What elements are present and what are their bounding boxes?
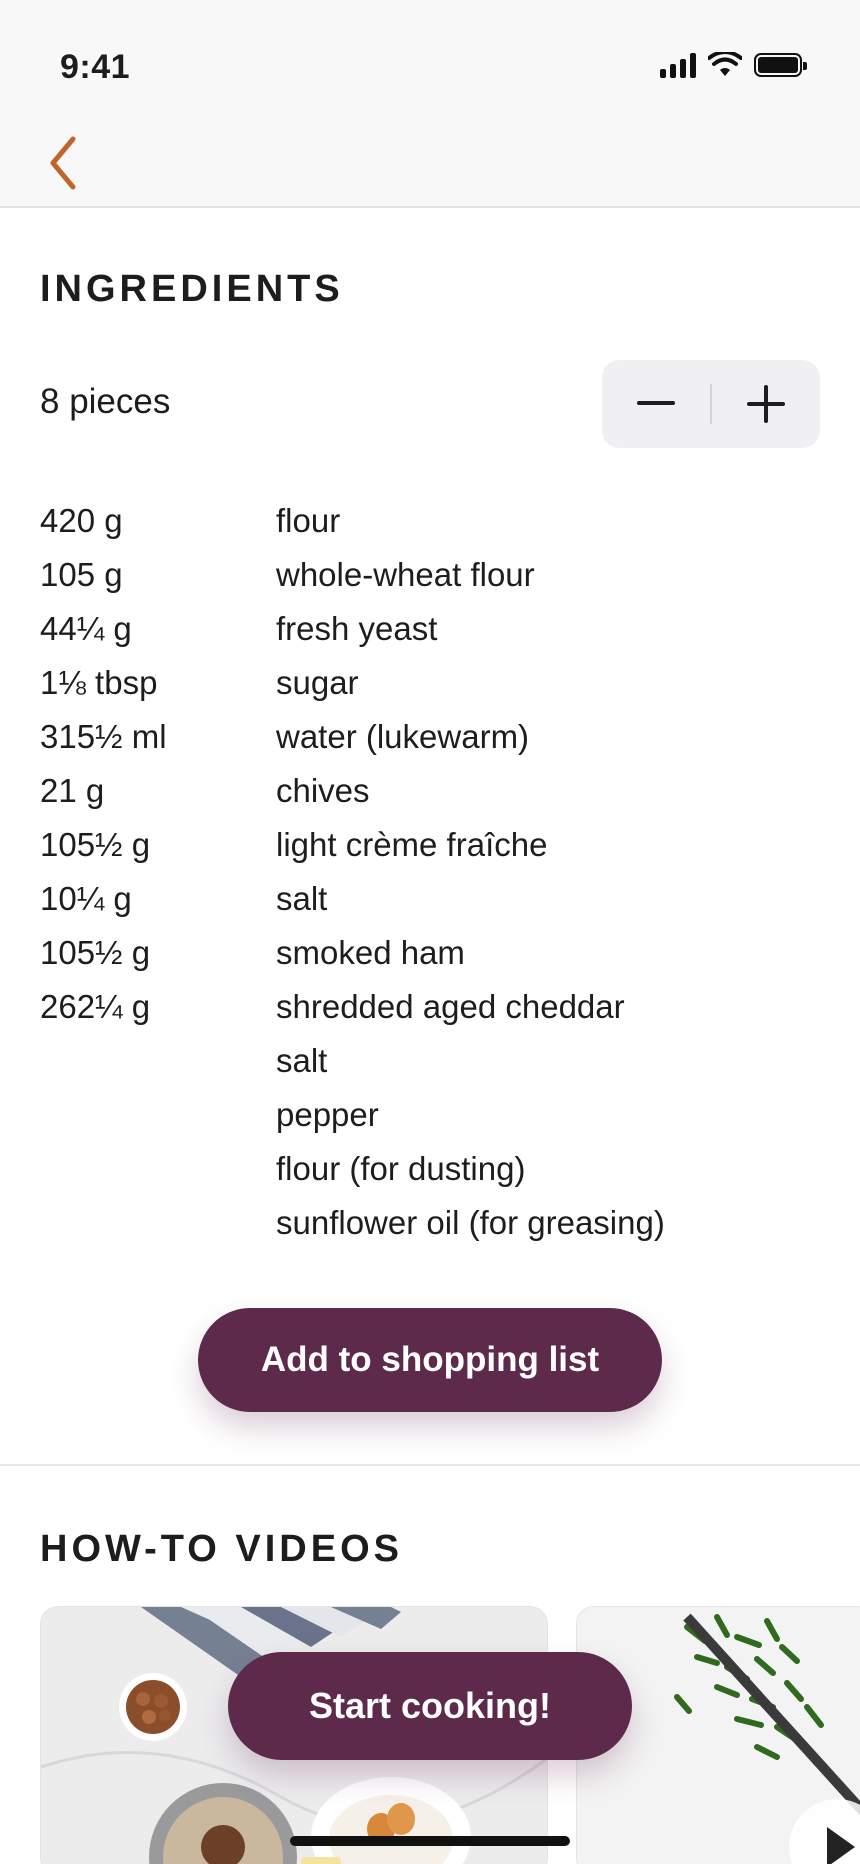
home-indicator[interactable]	[290, 1836, 570, 1846]
ingredient-row: 21 g chives	[40, 764, 820, 818]
ingredient-quantity: 21 g	[40, 772, 105, 809]
ingredient-row: 105 g whole-wheat flour	[40, 548, 820, 602]
chevron-left-icon	[50, 136, 76, 190]
ingredient-name: smoked ham	[276, 934, 465, 971]
ingredient-row: sunflower oil (for greasing)	[40, 1196, 820, 1250]
how-to-videos-title: HOW-TO VIDEOS	[40, 1528, 403, 1570]
ingredient-quantity: 262¼ g	[40, 988, 151, 1025]
ingredient-name: pepper	[276, 1096, 379, 1133]
ingredient-row: 1⅛ tbsp sugar	[40, 656, 820, 710]
ingredient-name: water (lukewarm)	[276, 718, 530, 755]
increase-servings-button[interactable]	[712, 360, 820, 448]
decrease-servings-button[interactable]	[602, 360, 710, 448]
status-bar: 9:41	[0, 0, 860, 120]
ingredient-name: sugar	[276, 664, 359, 701]
ingredient-quantity: 105½ g	[40, 826, 151, 863]
ingredient-name: flour (for dusting)	[276, 1150, 526, 1187]
ingredient-quantity: 44¼ g	[40, 610, 132, 647]
ingredient-row: 315½ ml water (lukewarm)	[40, 710, 820, 764]
navigation-bar	[0, 120, 860, 208]
ingredient-row: flour (for dusting)	[40, 1142, 820, 1196]
status-time: 9:41	[60, 48, 131, 86]
ingredient-name: fresh yeast	[276, 610, 438, 647]
back-button[interactable]	[28, 128, 98, 198]
ingredient-name: salt	[276, 880, 328, 917]
minus-icon	[637, 401, 675, 405]
ingredient-name: sunflower oil (for greasing)	[276, 1204, 665, 1241]
ingredient-name: chives	[276, 772, 370, 809]
ingredient-quantity: 10¼ g	[40, 880, 132, 917]
ingredient-list: 420 g flour 105 g whole-wheat flour 44¼ g f…	[40, 494, 820, 1250]
ingredient-row: pepper	[40, 1088, 820, 1142]
ingredient-quantity: 1⅛ tbsp	[40, 664, 158, 701]
ingredient-row: salt	[40, 1034, 820, 1088]
ingredient-name: shredded aged cheddar	[276, 988, 625, 1025]
status-icons	[660, 52, 807, 78]
plus-icon	[747, 385, 785, 423]
ingredient-quantity: 105½ g	[40, 934, 151, 971]
section-divider	[0, 1464, 860, 1466]
ingredient-row: 420 g flour	[40, 494, 820, 548]
ingredient-quantity: 105 g	[40, 556, 123, 593]
ingredients-title: INGREDIENTS	[40, 268, 344, 310]
ingredient-row: 105½ g smoked ham	[40, 926, 820, 980]
ingredient-row: 105½ g light crème fraîche	[40, 818, 820, 872]
ingredient-name: whole-wheat flour	[276, 556, 535, 593]
cellular-signal-icon	[660, 52, 696, 78]
ingredient-row: 262¼ g shredded aged cheddar	[40, 980, 820, 1034]
servings-stepper	[602, 360, 820, 448]
ingredient-name: flour	[276, 502, 341, 539]
start-cooking-button[interactable]: Start cooking!	[228, 1652, 632, 1760]
add-to-shopping-list-button[interactable]: Add to shopping list	[198, 1308, 662, 1412]
wifi-icon	[708, 52, 742, 76]
ingredient-quantity: 420 g	[40, 502, 123, 539]
ingredient-row: 10¼ g salt	[40, 872, 820, 926]
servings-count: 8 pieces	[40, 382, 171, 421]
ingredient-name: light crème fraîche	[276, 826, 548, 863]
battery-icon	[754, 53, 807, 77]
ingredient-name: salt	[276, 1042, 328, 1079]
ingredient-quantity: 315½ ml	[40, 718, 167, 755]
ingredient-row: 44¼ g fresh yeast	[40, 602, 820, 656]
